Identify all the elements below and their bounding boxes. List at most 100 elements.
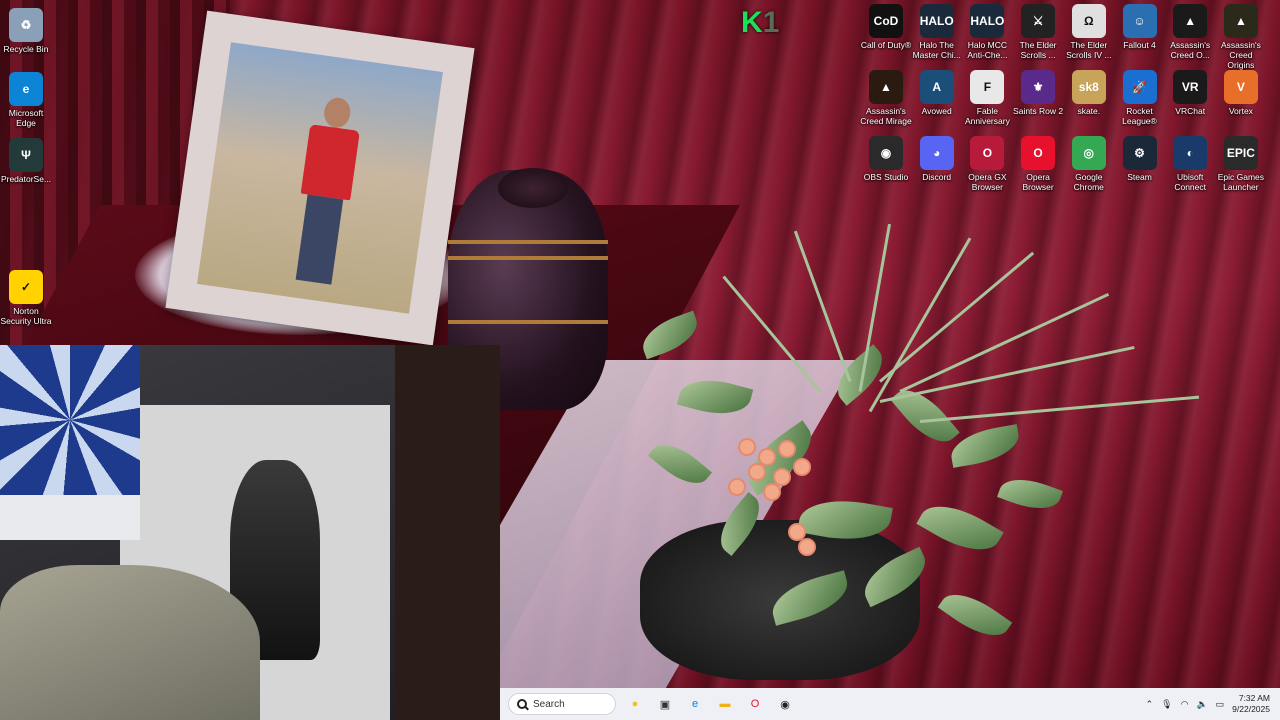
plant-leaf — [856, 546, 934, 608]
steam-icon: ⚙ — [1122, 136, 1157, 170]
discord-icon: ◕ — [919, 136, 954, 170]
desktop-shortcut[interactable]: ☺ Fallout 4 — [1114, 4, 1166, 50]
desktop-shortcut[interactable]: ♻ Recycle Bin — [0, 8, 52, 54]
plant-flower — [750, 465, 764, 479]
plant-leaf — [648, 433, 712, 495]
desktop-shortcut[interactable]: ◎ Google Chrome — [1063, 136, 1115, 192]
plant-leaf — [916, 492, 1004, 564]
battery-icon[interactable]: ▭ — [1216, 699, 1225, 710]
plant-leaf — [676, 371, 754, 423]
oblivion-icon: Ω — [1071, 4, 1106, 38]
desktop-shortcut[interactable]: HALO Halo The Master Chi... — [911, 4, 963, 60]
webcam-overlay — [0, 345, 500, 720]
wallpaper-photo-frame — [165, 10, 475, 346]
norton-icon: ✓ — [9, 270, 43, 304]
plant-leaf — [709, 492, 771, 556]
desktop-shortcut[interactable]: O Opera GX Browser — [961, 136, 1013, 192]
saints-row-icon: ⚜ — [1021, 70, 1056, 104]
desktop-shortcut[interactable]: VR VRChat — [1164, 70, 1216, 116]
widgets-icon[interactable]: ● — [624, 693, 646, 715]
epic-games-icon: EPIC — [1223, 136, 1258, 170]
recycle-bin-icon: ♻ — [9, 8, 43, 42]
desktop-shortcut-label: Assassin's Creed Mirage — [860, 106, 912, 126]
plant-leaf — [736, 420, 824, 496]
plant-spike — [879, 345, 1135, 403]
desktop-shortcut[interactable]: ◕ Discord — [911, 136, 963, 182]
opera-taskbar-icon[interactable]: O — [744, 693, 766, 715]
taskbar-search-box[interactable]: Search — [508, 693, 616, 715]
desktop-shortcut[interactable]: EPIC Epic Games Launcher — [1215, 136, 1267, 192]
halo-anticheat-icon: HALO — [970, 4, 1005, 38]
overlay-logo: K1 — [741, 6, 780, 39]
desktop-shortcut-label: Rocket League® — [1122, 106, 1157, 126]
wifi-icon[interactable]: ◠ — [1181, 699, 1189, 710]
task-view-icon[interactable]: ▣ — [654, 693, 676, 715]
ubisoft-icon: ◐ — [1173, 136, 1208, 170]
desktop-shortcut[interactable]: ▲ Assassin's Creed Mirage — [860, 70, 912, 126]
desktop-shortcut-label: Assassin's Creed O... — [1170, 40, 1211, 60]
desktop-shortcut[interactable]: O Opera Browser — [1012, 136, 1064, 192]
desktop-shortcut-label: Assassin's Creed Origins — [1220, 40, 1261, 70]
desktop-shortcut[interactable]: HALO Halo MCC Anti-Che... — [961, 4, 1013, 60]
obs-taskbar-icon[interactable]: ◉ — [774, 693, 796, 715]
webcam-window-blind — [0, 495, 140, 540]
avowed-icon: A — [919, 70, 954, 104]
fable-icon: F — [970, 70, 1005, 104]
rocket-league-icon: 🚀 — [1122, 70, 1157, 104]
desktop-shortcut[interactable]: sk8 skate. — [1063, 70, 1115, 116]
edge-icon: e — [9, 72, 43, 106]
desktop-shortcut[interactable]: F Fable Anniversary — [961, 70, 1013, 126]
plant-flower — [800, 540, 814, 554]
desktop-shortcut-label: Halo MCC Anti-Che... — [967, 40, 1008, 60]
desktop-shortcut[interactable]: CoD Call of Duty® — [860, 4, 912, 50]
volume-icon[interactable]: 🔈 — [1196, 699, 1207, 710]
plant-flower — [740, 440, 754, 454]
edge-taskbar-icon[interactable]: e — [684, 693, 706, 715]
desktop-shortcut[interactable]: ◉ OBS Studio — [860, 136, 912, 182]
plant-leaf — [827, 344, 893, 406]
desktop-shortcut[interactable]: 🚀 Rocket League® — [1114, 70, 1166, 126]
desktop-shortcut[interactable]: ◐ Ubisoft Connect — [1164, 136, 1216, 192]
plant-flower — [795, 460, 809, 474]
desktop-shortcut-label: Halo The Master Chi... — [912, 40, 961, 60]
desktop-shortcut-label: The Elder Scrolls IV ... — [1066, 40, 1112, 60]
wallpaper-urn-lid — [498, 168, 568, 208]
taskbar-clock[interactable]: 7:32 AM 9/22/2025 — [1232, 693, 1270, 715]
desktop-shortcut[interactable]: Ψ PredatorSe... — [0, 138, 52, 184]
plant-flower — [760, 450, 774, 464]
opera-gx-icon: O — [970, 136, 1005, 170]
desktop-shortcut[interactable]: ⚔ The Elder Scrolls ... — [1012, 4, 1064, 60]
halo-mcc-icon: HALO — [919, 4, 954, 38]
desktop-shortcut-label: Avowed — [921, 106, 952, 116]
desktop-shortcut[interactable]: ✓ Norton Security Ultra — [0, 270, 52, 326]
desktop-shortcut[interactable]: V Vortex — [1215, 70, 1267, 116]
microphone-icon[interactable]: 🎙 — [1161, 699, 1172, 710]
plant-spike — [722, 275, 822, 393]
desktop-shortcut[interactable]: Ω The Elder Scrolls IV ... — [1063, 4, 1115, 60]
desktop-shortcut[interactable]: ⚜ Saints Row 2 — [1012, 70, 1064, 116]
wallpaper-photo-person — [288, 94, 364, 289]
plant-flower — [790, 525, 804, 539]
assassins-creed-mirage-icon: ▲ — [869, 70, 903, 104]
search-placeholder: Search — [533, 698, 565, 710]
desktop-shortcut[interactable]: ▲ Assassin's Creed Origins — [1215, 4, 1267, 70]
desktop-shortcut[interactable]: ▲ Assassin's Creed O... — [1164, 4, 1216, 60]
desktop-shortcut-label: Ubisoft Connect — [1174, 172, 1207, 192]
desktop-shortcut[interactable]: ⚙ Steam — [1114, 136, 1166, 182]
elder-scrolls-icon: ⚔ — [1021, 4, 1056, 38]
webcam-bed — [0, 565, 260, 720]
chrome-icon: ◎ — [1071, 136, 1106, 170]
chevron-up-icon[interactable]: ⌃ — [1146, 699, 1154, 710]
desktop-shortcut-label: Fable Anniversary — [964, 106, 1010, 126]
desktop-shortcut-label: Steam — [1127, 172, 1152, 182]
plant-leaf — [636, 310, 704, 360]
desktop-shortcut-label: Epic Games Launcher — [1217, 172, 1265, 192]
desktop-shortcut-label: skate. — [1077, 106, 1101, 116]
desktop-shortcut[interactable]: A Avowed — [911, 70, 963, 116]
desktop-shortcut-label: Discord — [922, 172, 952, 182]
desktop-shortcut-label: PredatorSe... — [0, 174, 52, 184]
file-explorer-icon[interactable]: ▬ — [714, 693, 736, 715]
clock-time: 7:32 AM — [1238, 693, 1270, 703]
desktop-shortcut-label: Opera GX Browser — [968, 172, 1007, 192]
desktop-shortcut[interactable]: e Microsoft Edge — [0, 72, 52, 128]
